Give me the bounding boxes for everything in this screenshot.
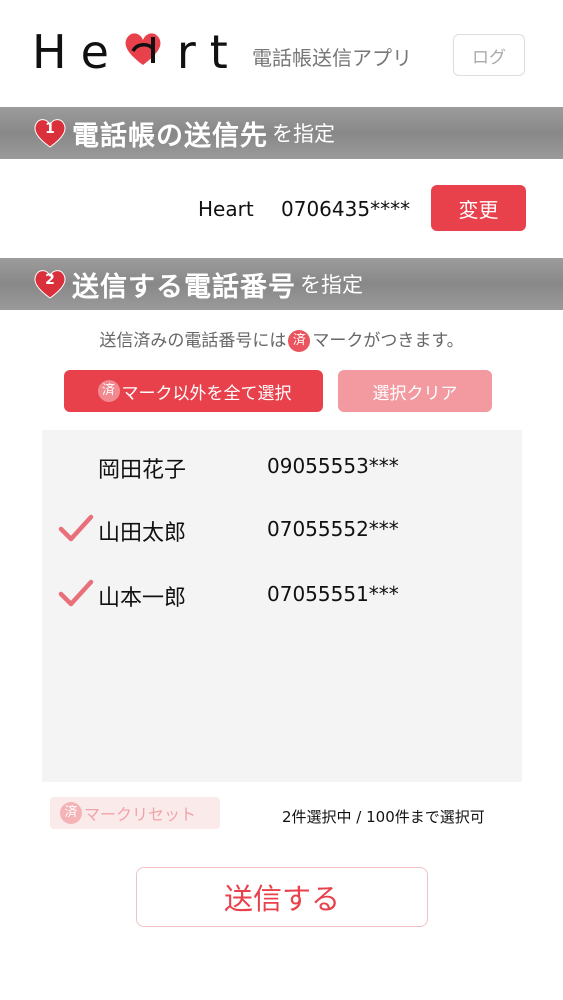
sent-mark-icon: 済 [97, 380, 120, 402]
destination-name: Heart [198, 197, 254, 221]
section-number-badge: 2 [32, 268, 68, 300]
section-bar-destination: 1 電話帳の送信先 を指定 [0, 107, 563, 159]
destination-row: Heart 0706435**** 変更 [0, 185, 563, 231]
contact-phone: 07055551*** [267, 582, 399, 606]
select-all-except-sent-button[interactable]: 済 マーク以外を全て選択 [64, 370, 323, 412]
section-title-suffix: を指定 [300, 273, 363, 297]
selection-status: 2件選択中 / 100件まで選択可 [282, 808, 485, 826]
contact-phone: 09055553*** [267, 454, 399, 478]
logo-text-left: He [32, 25, 123, 79]
change-destination-button[interactable]: 変更 [431, 185, 526, 231]
sent-mark-icon: 済 [60, 802, 82, 824]
heart-logo: He rt [32, 22, 242, 82]
app-header: He rt 電話帳送信アプリ ログ [0, 0, 563, 106]
log-button[interactable]: ログ [453, 34, 525, 76]
app-subtitle: 電話帳送信アプリ [252, 46, 412, 70]
logo-heart-icon [125, 33, 161, 65]
contact-row[interactable]: 山本一郎 07055551*** [42, 574, 522, 614]
section-number-badge: 1 [32, 117, 68, 149]
section-title: 送信する電話番号 [72, 271, 296, 303]
section-bar-numbers: 2 送信する電話番号 を指定 [0, 258, 563, 310]
reset-sent-marks-button[interactable]: 済 マークリセット [50, 797, 220, 829]
section-title: 電話帳の送信先 [72, 120, 268, 152]
clear-selection-button[interactable]: 選択クリア [338, 370, 492, 412]
section-title-suffix: を指定 [272, 122, 335, 146]
contact-name: 山本一郎 [98, 586, 187, 611]
contact-list[interactable]: 岡田花子 09055553*** 山田太郎 07055552*** 山本一郎 0… [42, 430, 522, 782]
checkmark-icon [58, 579, 94, 607]
checkmark-icon [58, 514, 94, 542]
contact-name: 岡田花子 [98, 458, 187, 483]
destination-number: 0706435**** [281, 197, 411, 221]
sent-mark-note: 送信済みの電話番号には済マークがつきます。 [99, 330, 464, 352]
contact-name: 山田太郎 [98, 521, 187, 546]
contact-row[interactable]: 山田太郎 07055552*** [42, 509, 522, 549]
sent-mark-icon: 済 [288, 330, 311, 352]
contact-row[interactable]: 岡田花子 09055553*** [42, 446, 522, 486]
logo-text-right: rt [176, 25, 242, 79]
contact-phone: 07055552*** [267, 517, 399, 541]
send-button[interactable]: 送信する [136, 867, 428, 927]
